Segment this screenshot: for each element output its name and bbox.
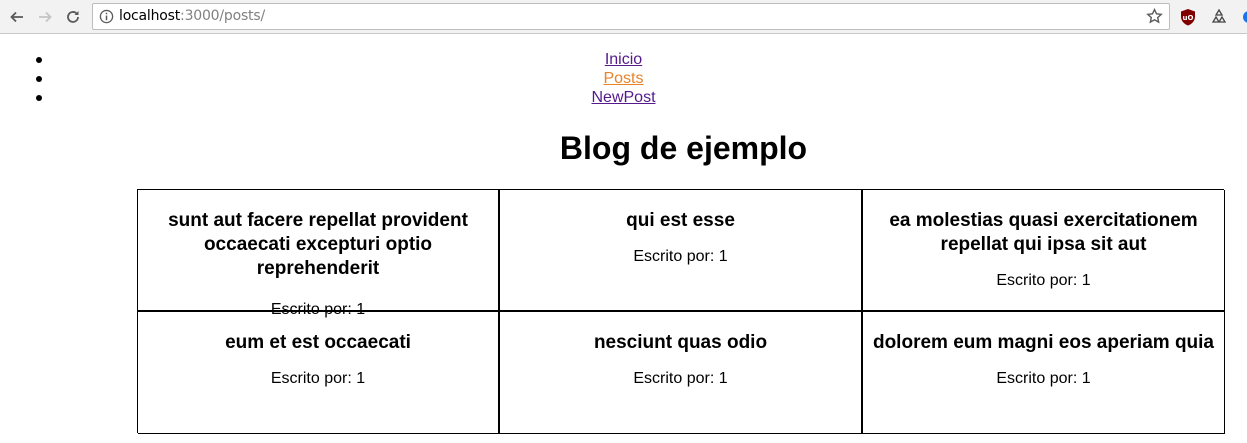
list-bullet <box>36 95 42 101</box>
info-icon[interactable] <box>99 9 114 24</box>
url-path: :3000/posts/ <box>180 8 265 24</box>
svg-text:uO: uO <box>1183 14 1194 22</box>
post-byline: Escrito por: 1 <box>633 370 728 387</box>
forward-arrow-icon <box>39 11 52 23</box>
post-byline: Escrito por: 1 <box>996 370 1091 387</box>
nav-link-newpost[interactable]: NewPost <box>591 89 655 106</box>
browser-toolbar: localhost:3000/posts/ uO <box>0 0 1247 34</box>
nav-item-newpost: NewPost <box>0 88 1247 107</box>
list-bullet <box>36 76 42 82</box>
post-title: dolorem eum magni eos aperiam quia <box>872 332 1215 353</box>
back-button[interactable] <box>6 6 28 28</box>
post-card[interactable]: ea molestias quasi exercitationem repell… <box>863 190 1225 312</box>
post-title: sunt aut facere repellat provident occae… <box>168 210 468 279</box>
nav-link-posts[interactable]: Posts <box>603 70 643 87</box>
nav-item-inicio: Inicio <box>0 50 1247 69</box>
main-nav: Inicio Posts NewPost <box>0 50 1247 107</box>
post-title: nesciunt quas odio <box>593 332 768 353</box>
nav-item-posts: Posts <box>0 69 1247 88</box>
posts-grid: sunt aut facere repellat provident occae… <box>137 189 1225 434</box>
forward-button[interactable] <box>34 6 56 28</box>
post-card[interactable]: nesciunt quas odio Escrito por: 1 <box>500 312 863 434</box>
reload-button[interactable] <box>62 6 84 28</box>
address-bar[interactable]: localhost:3000/posts/ <box>92 3 1170 30</box>
post-byline: Escrito por: 1 <box>996 272 1091 289</box>
post-byline: Escrito por: 1 <box>633 248 728 265</box>
page-title: Blog de ejemplo <box>559 130 808 166</box>
post-title: eum et est occaecati <box>225 332 411 353</box>
back-arrow-icon <box>10 11 23 23</box>
recycle-extension-icon[interactable] <box>1209 7 1229 27</box>
extension-partial-icon[interactable] <box>1239 7 1247 27</box>
url-text[interactable]: localhost:3000/posts/ <box>119 8 265 24</box>
post-title: ea molestias quasi exercitationem repell… <box>889 210 1198 255</box>
post-card[interactable]: dolorem eum magni eos aperiam quia Escri… <box>863 312 1225 434</box>
reload-icon <box>67 11 79 23</box>
post-title: qui est esse <box>626 210 735 231</box>
url-host: localhost <box>119 8 181 24</box>
nav-link-inicio[interactable]: Inicio <box>605 51 642 68</box>
bookmark-star-icon[interactable] <box>1146 8 1163 25</box>
post-card[interactable]: qui est esse Escrito por: 1 <box>500 190 863 312</box>
post-byline: Escrito por: 1 <box>270 370 366 387</box>
post-card[interactable]: eum et est occaecati Escrito por: 1 <box>138 312 500 434</box>
ublock-origin-icon[interactable]: uO <box>1178 7 1198 27</box>
post-card[interactable]: sunt aut facere repellat provident occae… <box>138 190 500 318</box>
list-bullet <box>36 57 42 63</box>
